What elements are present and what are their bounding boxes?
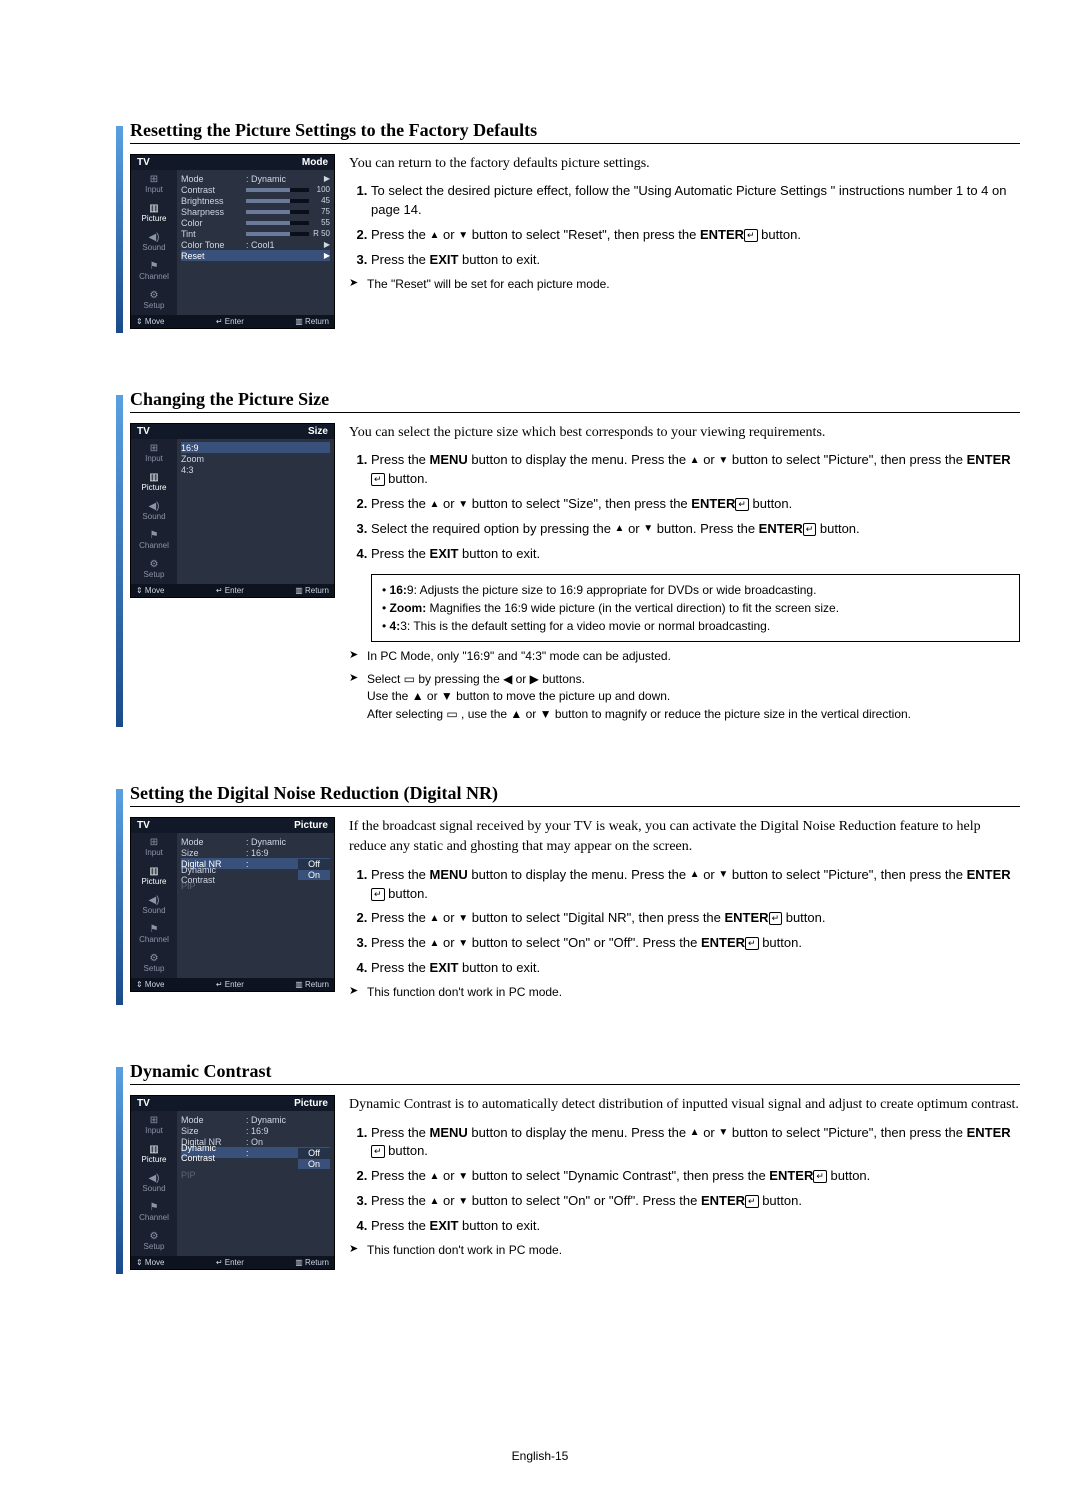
section-title: Changing the Picture Size [130, 389, 1020, 413]
info-box: 16:9: Adjusts the picture size to 16:9 a… [371, 574, 1020, 642]
osd-screenshot: TVPicture⊞Input▥Picture◀)Sound⚑Channel⚙S… [130, 1095, 335, 1270]
steps-list: Press the MENU button to display the men… [349, 451, 1020, 563]
note: This function don't work in PC mode. [349, 1242, 1020, 1259]
intro-text: You can return to the factory defaults p… [349, 154, 1020, 174]
note: The "Reset" will be set for each picture… [349, 276, 1020, 293]
section-dynamic-contrast: Dynamic Contrast TVPicture⊞Input▥Picture… [130, 1061, 1020, 1270]
section-title: Setting the Digital Noise Reduction (Dig… [130, 783, 1020, 807]
osd-screenshot: TVSize⊞Input▥Picture◀)Sound⚑Channel⚙Setu… [130, 423, 335, 598]
intro-text: If the broadcast signal received by your… [349, 817, 1020, 858]
intro-text: Dynamic Contrast is to automatically det… [349, 1095, 1020, 1115]
note: Select ▭ by pressing the ◀ or ▶ buttons.… [349, 671, 1020, 723]
note: This function don't work in PC mode. [349, 984, 1020, 1001]
section-dnr: Setting the Digital Noise Reduction (Dig… [130, 783, 1020, 1001]
intro-text: You can select the picture size which be… [349, 423, 1020, 443]
osd-screenshot: TVMode⊞Input▥Picture◀)Sound⚑Channel⚙Setu… [130, 154, 335, 329]
steps-list: To select the desired picture effect, fo… [349, 182, 1020, 269]
osd-screenshot: TVPicture⊞Input▥Picture◀)Sound⚑Channel⚙S… [130, 817, 335, 992]
manual-page: Resetting the Picture Settings to the Fa… [0, 0, 1080, 1503]
steps-list: Press the MENU button to display the men… [349, 1124, 1020, 1236]
section-title: Dynamic Contrast [130, 1061, 1020, 1085]
page-number: English-15 [0, 1449, 1080, 1463]
note: In PC Mode, only "16:9" and "4:3" mode c… [349, 648, 1020, 665]
steps-list: Press the MENU button to display the men… [349, 866, 1020, 978]
section-size: Changing the Picture Size TVSize⊞Input▥P… [130, 389, 1020, 723]
section-title: Resetting the Picture Settings to the Fa… [130, 120, 1020, 144]
section-reset: Resetting the Picture Settings to the Fa… [130, 120, 1020, 329]
